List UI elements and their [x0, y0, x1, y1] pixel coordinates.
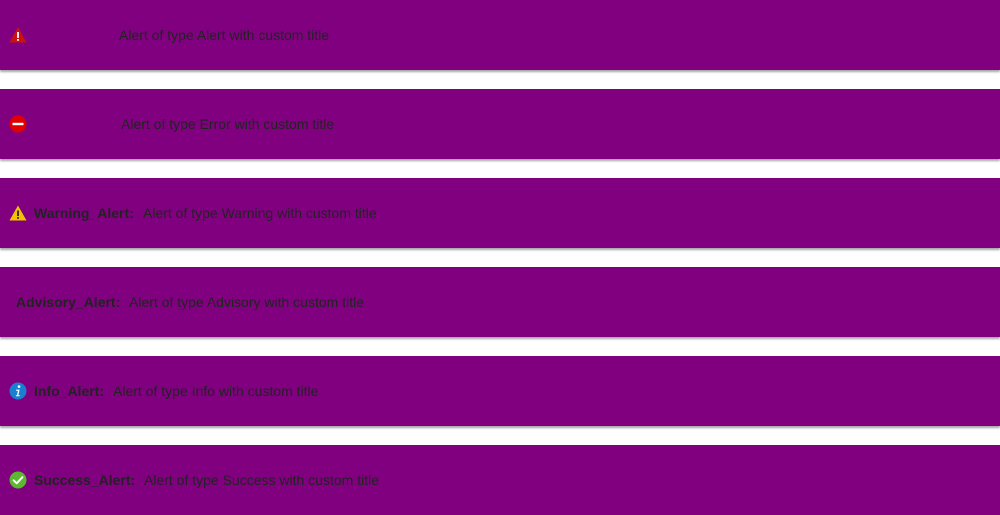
alert-banner-advisory: Advisory_Alert: Alert of type Advisory w… [0, 267, 1000, 337]
alert-list: Alert of type Alert with custom title Al… [0, 0, 1000, 515]
alert-title: Info_Alert: [34, 383, 104, 399]
alert-message: Alert of type Alert with custom title [119, 27, 330, 43]
alert-banner-info: Info_Alert: Alert of type Info with cust… [0, 356, 1000, 426]
alert-message: Alert of type Warning with custom title [143, 205, 377, 221]
alert-message: Alert of type Error with custom title [121, 116, 335, 132]
alert-title: Warning_Alert: [34, 205, 134, 221]
alert-title: Advisory_Alert: [16, 294, 121, 310]
alert-triangle-icon [9, 26, 27, 44]
error-circle-icon [9, 115, 27, 133]
alert-banner-error: Alert of type Error with custom title [0, 89, 1000, 159]
alert-message: Alert of type Info with custom title [113, 383, 319, 399]
info-circle-icon [9, 382, 27, 400]
alert-message: Alert of type Success with custom title [144, 472, 379, 488]
alert-title: Success_Alert: [34, 472, 136, 488]
check-circle-icon [9, 471, 27, 489]
alert-message: Alert of type Advisory with custom title [129, 294, 364, 310]
alert-banner-alert: Alert of type Alert with custom title [0, 0, 1000, 70]
alert-banner-success: Success_Alert: Alert of type Success wit… [0, 445, 1000, 515]
alert-banner-warning: Warning_Alert: Alert of type Warning wit… [0, 178, 1000, 248]
warning-triangle-icon [9, 204, 27, 222]
